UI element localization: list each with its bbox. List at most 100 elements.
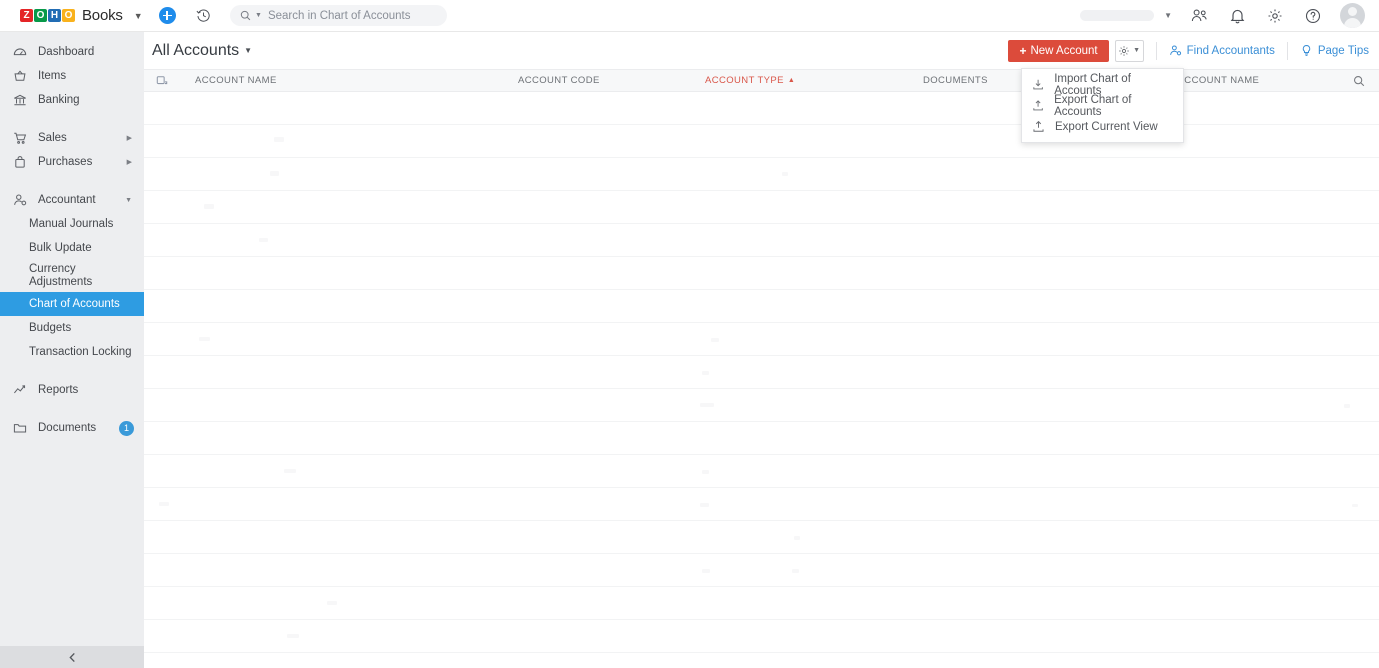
top-bar: Z O H O Books ▼ ▼ ▼ xyxy=(0,0,1379,32)
plus-icon: + xyxy=(1019,43,1027,58)
sidebar-item-accountant[interactable]: Accountant ▼ xyxy=(0,188,144,212)
menu-item-export-chart-of-accounts[interactable]: Export Chart of Accounts xyxy=(1022,93,1183,118)
sidebar-label: Accountant xyxy=(38,194,96,206)
cart-icon xyxy=(12,131,27,146)
sidebar-item-budgets[interactable]: Budgets xyxy=(0,316,144,340)
logo-tile-o1: O xyxy=(34,9,47,22)
bell-icon[interactable] xyxy=(1226,5,1248,27)
search-input[interactable] xyxy=(267,9,437,22)
chevron-right-icon: ▶ xyxy=(126,159,132,166)
page-tips-label: Page Tips xyxy=(1317,44,1369,57)
sidebar-item-chart-of-accounts[interactable]: Chart of Accounts xyxy=(0,292,144,316)
table-row[interactable] xyxy=(144,323,1379,356)
search-icon xyxy=(240,10,251,21)
search-filter-caret-icon[interactable]: ▼ xyxy=(255,12,262,19)
sidebar-label: Dashboard xyxy=(38,46,95,58)
table-row[interactable] xyxy=(144,356,1379,389)
organization-name xyxy=(1080,10,1155,21)
select-all-checkbox[interactable] xyxy=(144,75,180,87)
table-search-button[interactable] xyxy=(1353,75,1365,87)
table-row[interactable] xyxy=(144,125,1379,158)
settings-dropdown-button[interactable]: ▼ xyxy=(1114,39,1144,62)
clock-history-icon[interactable] xyxy=(192,5,214,27)
chevron-left-icon xyxy=(68,652,75,662)
sidebar-label: Banking xyxy=(38,94,80,106)
sidebar-item-documents[interactable]: Documents 1 xyxy=(0,416,144,440)
chevron-down-icon: ▼ xyxy=(125,196,132,204)
chevron-down-icon[interactable]: ▼ xyxy=(1164,11,1172,20)
bulb-icon xyxy=(1302,44,1311,56)
column-header-account-type[interactable]: ACCOUNT TYPE ▲ xyxy=(705,75,795,86)
table-row[interactable] xyxy=(144,224,1379,257)
bag-icon xyxy=(12,155,27,170)
divider xyxy=(1155,41,1157,60)
reports-icon xyxy=(12,383,27,398)
table-row[interactable] xyxy=(144,257,1379,290)
column-header-account-code[interactable]: ACCOUNT CODE xyxy=(518,75,600,86)
brand-logo[interactable]: Z O H O Books ▼ xyxy=(0,0,144,32)
sidebar-item-dashboard[interactable]: Dashboard xyxy=(0,40,144,64)
table-row[interactable] xyxy=(144,92,1379,125)
menu-item-export-current-view[interactable]: Export Current View xyxy=(1022,116,1183,137)
table-body xyxy=(144,92,1379,653)
sidebar-item-banking[interactable]: Banking xyxy=(0,88,144,112)
page-tips-link[interactable]: Page Tips xyxy=(1300,44,1369,57)
table-row[interactable] xyxy=(144,158,1379,191)
column-header-label: ACCOUNT TYPE xyxy=(705,75,784,86)
sidebar-label: Reports xyxy=(38,384,79,396)
folder-icon xyxy=(12,421,27,436)
column-header-documents[interactable]: DOCUMENTS xyxy=(923,75,988,86)
column-header-account-name[interactable]: ACCOUNT NAME xyxy=(195,75,277,86)
table-row[interactable] xyxy=(144,191,1379,224)
sidebar-label: Chart of Accounts xyxy=(29,298,120,310)
users-icon[interactable] xyxy=(1188,5,1210,27)
table-row[interactable] xyxy=(144,290,1379,323)
sidebar-collapse-button[interactable] xyxy=(0,646,144,668)
sidebar-label: Purchases xyxy=(38,156,93,168)
chevron-down-icon[interactable]: ▼ xyxy=(244,46,252,55)
sidebar-item-currency-adjustments[interactable]: Currency Adjustments xyxy=(0,260,144,292)
avatar[interactable] xyxy=(1340,3,1365,28)
find-accountants-link[interactable]: Find Accountants xyxy=(1169,44,1275,57)
table-row[interactable] xyxy=(144,488,1379,521)
table-row[interactable] xyxy=(144,422,1379,455)
sidebar-label: Bulk Update xyxy=(29,242,92,254)
logo-tile-o2: O xyxy=(62,9,75,22)
sidebar-label: Items xyxy=(38,70,67,82)
table-row[interactable] xyxy=(144,620,1379,653)
search-icon xyxy=(1354,75,1365,86)
table-row[interactable] xyxy=(144,455,1379,488)
sidebar-item-manual-journals[interactable]: Manual Journals xyxy=(0,212,144,236)
select-all-icon xyxy=(156,75,168,84)
menu-item-label: Export Chart of Accounts xyxy=(1054,93,1132,118)
table-row[interactable] xyxy=(144,389,1379,422)
export-icon xyxy=(1033,100,1043,111)
basket-icon xyxy=(12,69,27,84)
global-search[interactable]: ▼ xyxy=(230,5,447,26)
sidebar-item-reports[interactable]: Reports xyxy=(0,378,144,402)
chevron-right-icon: ▶ xyxy=(126,135,132,142)
sort-asc-icon: ▲ xyxy=(787,77,796,84)
question-circle-icon[interactable] xyxy=(1302,5,1324,27)
chevron-down-icon[interactable]: ▼ xyxy=(134,11,143,21)
sidebar-label: Manual Journals xyxy=(29,218,114,230)
page-title: All Accounts xyxy=(152,41,240,59)
sidebar-item-transaction-locking[interactable]: Transaction Locking xyxy=(0,340,144,364)
settings-dropdown-menu: Import Chart of Accounts Export Chart of… xyxy=(1021,68,1184,143)
logo-tile-z: Z xyxy=(20,9,33,22)
accountant-icon xyxy=(12,193,27,208)
gear-icon[interactable] xyxy=(1264,5,1286,27)
new-account-button[interactable]: + New Account xyxy=(1008,39,1109,62)
table-row[interactable] xyxy=(144,554,1379,587)
plus-circle-icon[interactable] xyxy=(156,5,178,27)
table-row[interactable] xyxy=(144,521,1379,554)
page-header: All Accounts ▼ + New Account ▼ Find Acco… xyxy=(144,32,1379,69)
import-icon xyxy=(1033,79,1043,90)
sidebar-item-sales[interactable]: Sales ▶ xyxy=(0,126,144,150)
sidebar-item-items[interactable]: Items xyxy=(0,64,144,88)
accountant-icon xyxy=(1169,45,1181,56)
sidebar-item-purchases[interactable]: Purchases ▶ xyxy=(0,150,144,174)
table-row[interactable] xyxy=(144,587,1379,620)
sidebar-item-bulk-update[interactable]: Bulk Update xyxy=(0,236,144,260)
menu-item-import-chart-of-accounts[interactable]: Import Chart of Accounts xyxy=(1022,73,1183,97)
